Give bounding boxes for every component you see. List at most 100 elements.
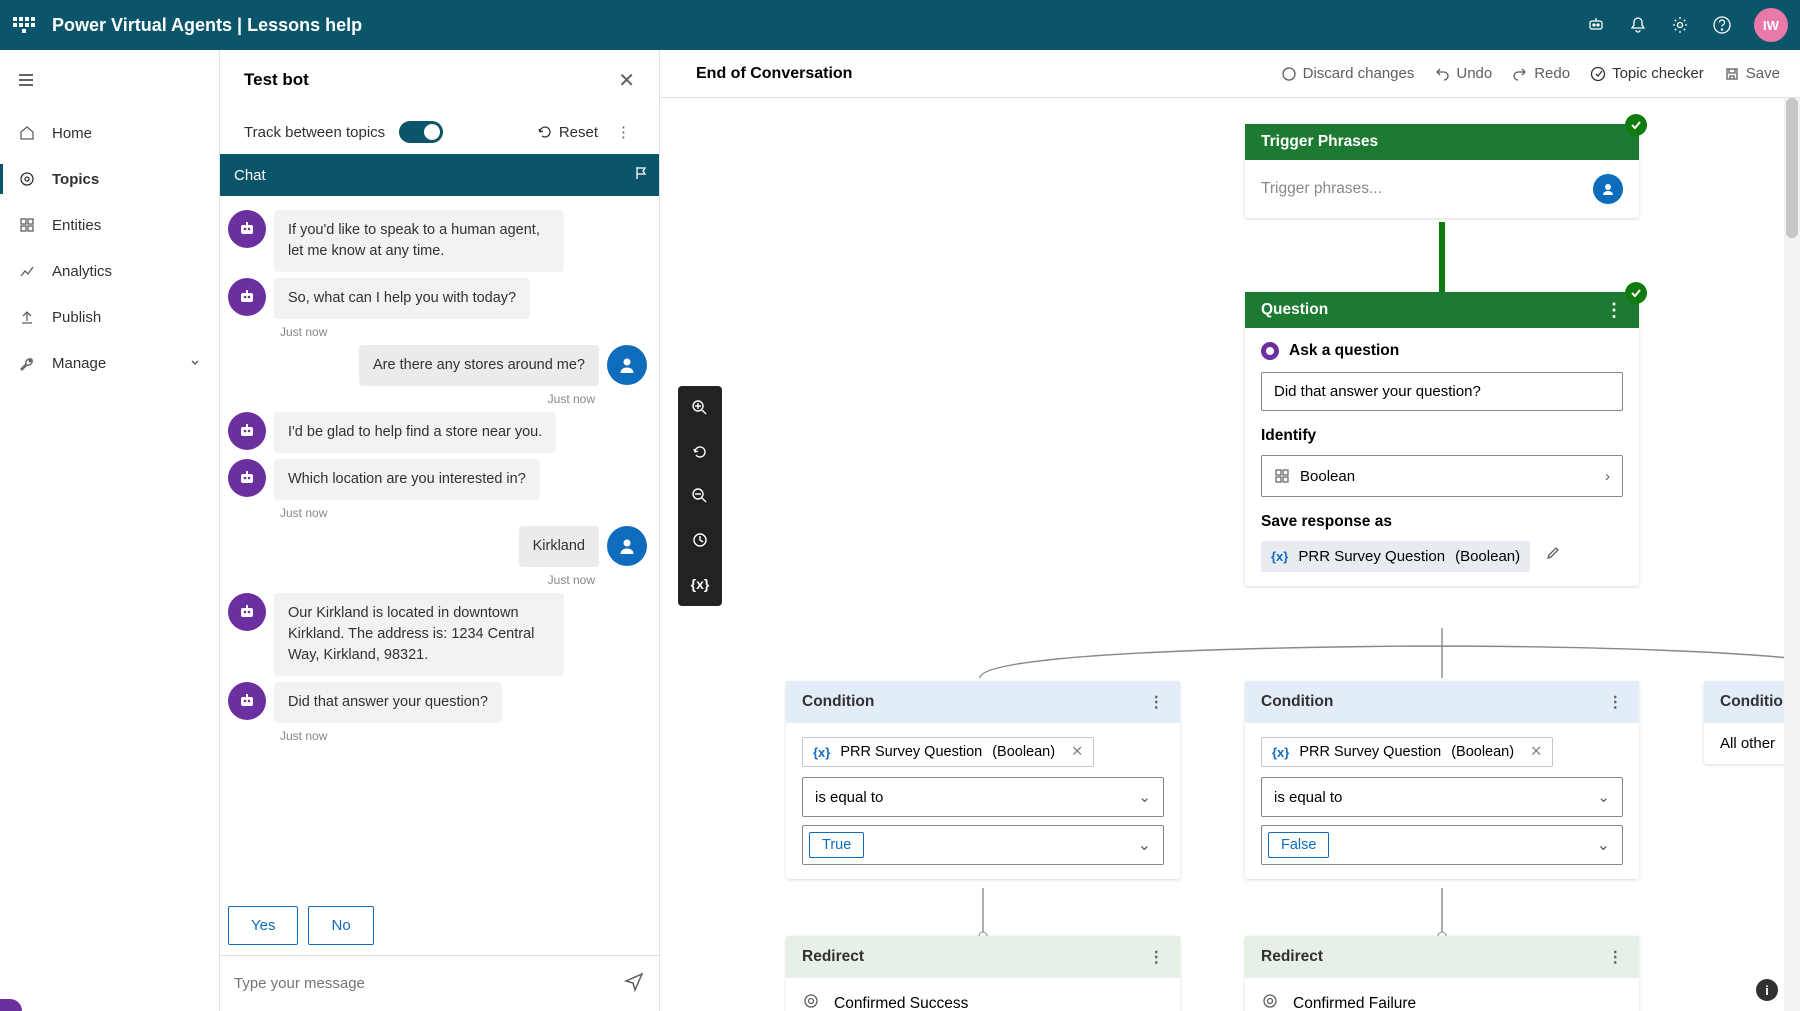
user-message-row: Are there any stores around me? (228, 345, 647, 386)
message-bubble: Which location are you interested in? (274, 459, 540, 500)
user-avatar[interactable]: IW (1754, 8, 1788, 42)
variable-chip[interactable]: {x}PRR Survey Question (Boolean)✕ (1261, 737, 1553, 767)
info-icon[interactable]: i (1756, 979, 1778, 1001)
authoring-canvas-wrap: End of Conversation Discard changes Undo… (660, 50, 1800, 1011)
send-icon[interactable] (623, 970, 645, 997)
nav-analytics[interactable]: Analytics (0, 248, 219, 294)
zoom-in-icon[interactable] (691, 396, 709, 420)
topics-icon (18, 170, 36, 188)
app-launcher-icon[interactable] (12, 13, 36, 37)
redirect-node-success[interactable]: Redirect⋮ Confirmed Success (786, 936, 1180, 1011)
track-toggle[interactable] (399, 121, 443, 143)
discard-button[interactable]: Discard changes (1281, 65, 1415, 82)
save-button[interactable]: Save (1724, 65, 1780, 82)
message-bubble: If you'd like to speak to a human agent,… (274, 210, 564, 272)
value-select[interactable]: False⌄ (1261, 825, 1623, 865)
test-bot-panel: Test bot ✕ Track between topics Reset ⋮ … (220, 50, 660, 1011)
nav-label: Manage (52, 355, 106, 372)
more-icon[interactable]: ⋮ (612, 123, 635, 141)
chevron-down-icon: ⌄ (1138, 835, 1157, 855)
bot-message-row: Did that answer your question? (228, 682, 647, 723)
node-menu-icon[interactable]: ⋮ (1605, 300, 1623, 321)
manage-icon (18, 354, 36, 372)
bot-avatar-icon (228, 210, 266, 248)
chat-timestamp: Just now (280, 506, 647, 520)
chat-input[interactable] (234, 975, 623, 992)
operator-select[interactable]: is equal to⌄ (802, 777, 1164, 817)
track-label: Track between topics (244, 124, 385, 141)
bot-icon[interactable] (1586, 15, 1606, 35)
question-icon (1261, 342, 1279, 360)
zoom-fit-icon[interactable] (691, 440, 709, 464)
chat-input-row (220, 955, 659, 1011)
message-bubble: So, what can I help you with today? (274, 278, 530, 319)
flag-icon[interactable] (633, 165, 649, 185)
redirect-icon (802, 992, 820, 1011)
value-select[interactable]: True⌄ (802, 825, 1164, 865)
identify-select[interactable]: Boolean › (1261, 455, 1623, 497)
node-menu-icon[interactable]: ⋮ (1149, 948, 1165, 967)
message-bubble: Our Kirkland is located in downtown Kirk… (274, 593, 564, 676)
undo-button[interactable]: Undo (1434, 65, 1492, 82)
nav-label: Topics (52, 171, 99, 188)
hamburger-icon[interactable] (6, 60, 46, 100)
trigger-phrases-node[interactable]: Trigger Phrases Trigger phrases... (1245, 124, 1639, 218)
bot-avatar-icon (228, 593, 266, 631)
analytics-icon (18, 262, 36, 280)
zoom-reset-icon[interactable] (691, 528, 709, 552)
condition-node-true[interactable]: Condition⋮ {x}PRR Survey Question (Boole… (786, 681, 1180, 879)
user-message-row: Kirkland (228, 526, 647, 567)
remove-icon[interactable]: ✕ (1530, 744, 1542, 760)
edit-icon[interactable] (1545, 548, 1561, 565)
message-bubble: Are there any stores around me? (359, 345, 599, 386)
redirect-icon (1261, 992, 1279, 1011)
nav-home[interactable]: Home (0, 110, 219, 156)
trigger-placeholder[interactable]: Trigger phrases... (1261, 180, 1382, 198)
bot-avatar-icon (228, 278, 266, 316)
bell-icon[interactable] (1628, 15, 1648, 35)
no-button[interactable]: No (308, 906, 373, 945)
check-badge-icon (1625, 114, 1647, 136)
variables-icon[interactable]: {x} (691, 572, 710, 596)
nav-entities[interactable]: Entities (0, 202, 219, 248)
redirect-node-failure[interactable]: Redirect⋮ Confirmed Failure (1245, 936, 1639, 1011)
topbar: Power Virtual Agents | Lessons help IW (0, 0, 1800, 50)
canvas-scrollbar[interactable] (1784, 98, 1800, 1011)
nav-manage[interactable]: Manage (0, 340, 219, 386)
person-icon (1593, 174, 1623, 204)
bot-avatar-icon (228, 682, 266, 720)
nav-label: Home (52, 125, 92, 142)
publish-icon (18, 308, 36, 326)
nav-publish[interactable]: Publish (0, 294, 219, 340)
gear-icon[interactable] (1670, 15, 1690, 35)
close-icon[interactable]: ✕ (618, 68, 635, 93)
operator-select[interactable]: is equal to⌄ (1261, 777, 1623, 817)
home-icon (18, 124, 36, 142)
help-icon[interactable] (1712, 15, 1732, 35)
variable-chip[interactable]: {x}PRR Survey Question (Boolean)✕ (802, 737, 1094, 767)
redo-icon (1512, 66, 1528, 82)
bot-avatar-icon (228, 459, 266, 497)
reset-button[interactable]: Reset (537, 124, 598, 141)
bot-message-row: Our Kirkland is located in downtown Kirk… (228, 593, 647, 676)
variable-chip[interactable]: {x} PRR Survey Question (Boolean) (1261, 541, 1530, 572)
zoom-out-icon[interactable] (691, 484, 709, 508)
redo-button[interactable]: Redo (1512, 65, 1570, 82)
question-text-input[interactable]: Did that answer your question? (1261, 372, 1623, 411)
bot-message-row: If you'd like to speak to a human agent,… (228, 210, 647, 272)
authoring-canvas[interactable]: Trigger Phrases Trigger phrases... Quest… (660, 98, 1800, 1011)
question-node[interactable]: Question⋮ Ask a question Did that answer… (1245, 292, 1639, 586)
node-menu-icon[interactable]: ⋮ (1608, 948, 1624, 967)
chat-body[interactable]: If you'd like to speak to a human agent,… (220, 196, 659, 900)
condition-node-false[interactable]: Condition⋮ {x}PRR Survey Question (Boole… (1245, 681, 1639, 879)
node-menu-icon[interactable]: ⋮ (1608, 693, 1624, 712)
remove-icon[interactable]: ✕ (1071, 744, 1083, 760)
test-bot-title: Test bot (244, 70, 309, 90)
yes-button[interactable]: Yes (228, 906, 298, 945)
bot-message-row: I'd be glad to help find a store near yo… (228, 412, 647, 453)
node-menu-icon[interactable]: ⋮ (1149, 693, 1165, 712)
zoom-toolbar: {x} (678, 386, 722, 606)
topic-checker-button[interactable]: Topic checker (1590, 65, 1704, 82)
nav-topics[interactable]: Topics (0, 156, 219, 202)
variable-icon: {x} (1272, 745, 1289, 760)
